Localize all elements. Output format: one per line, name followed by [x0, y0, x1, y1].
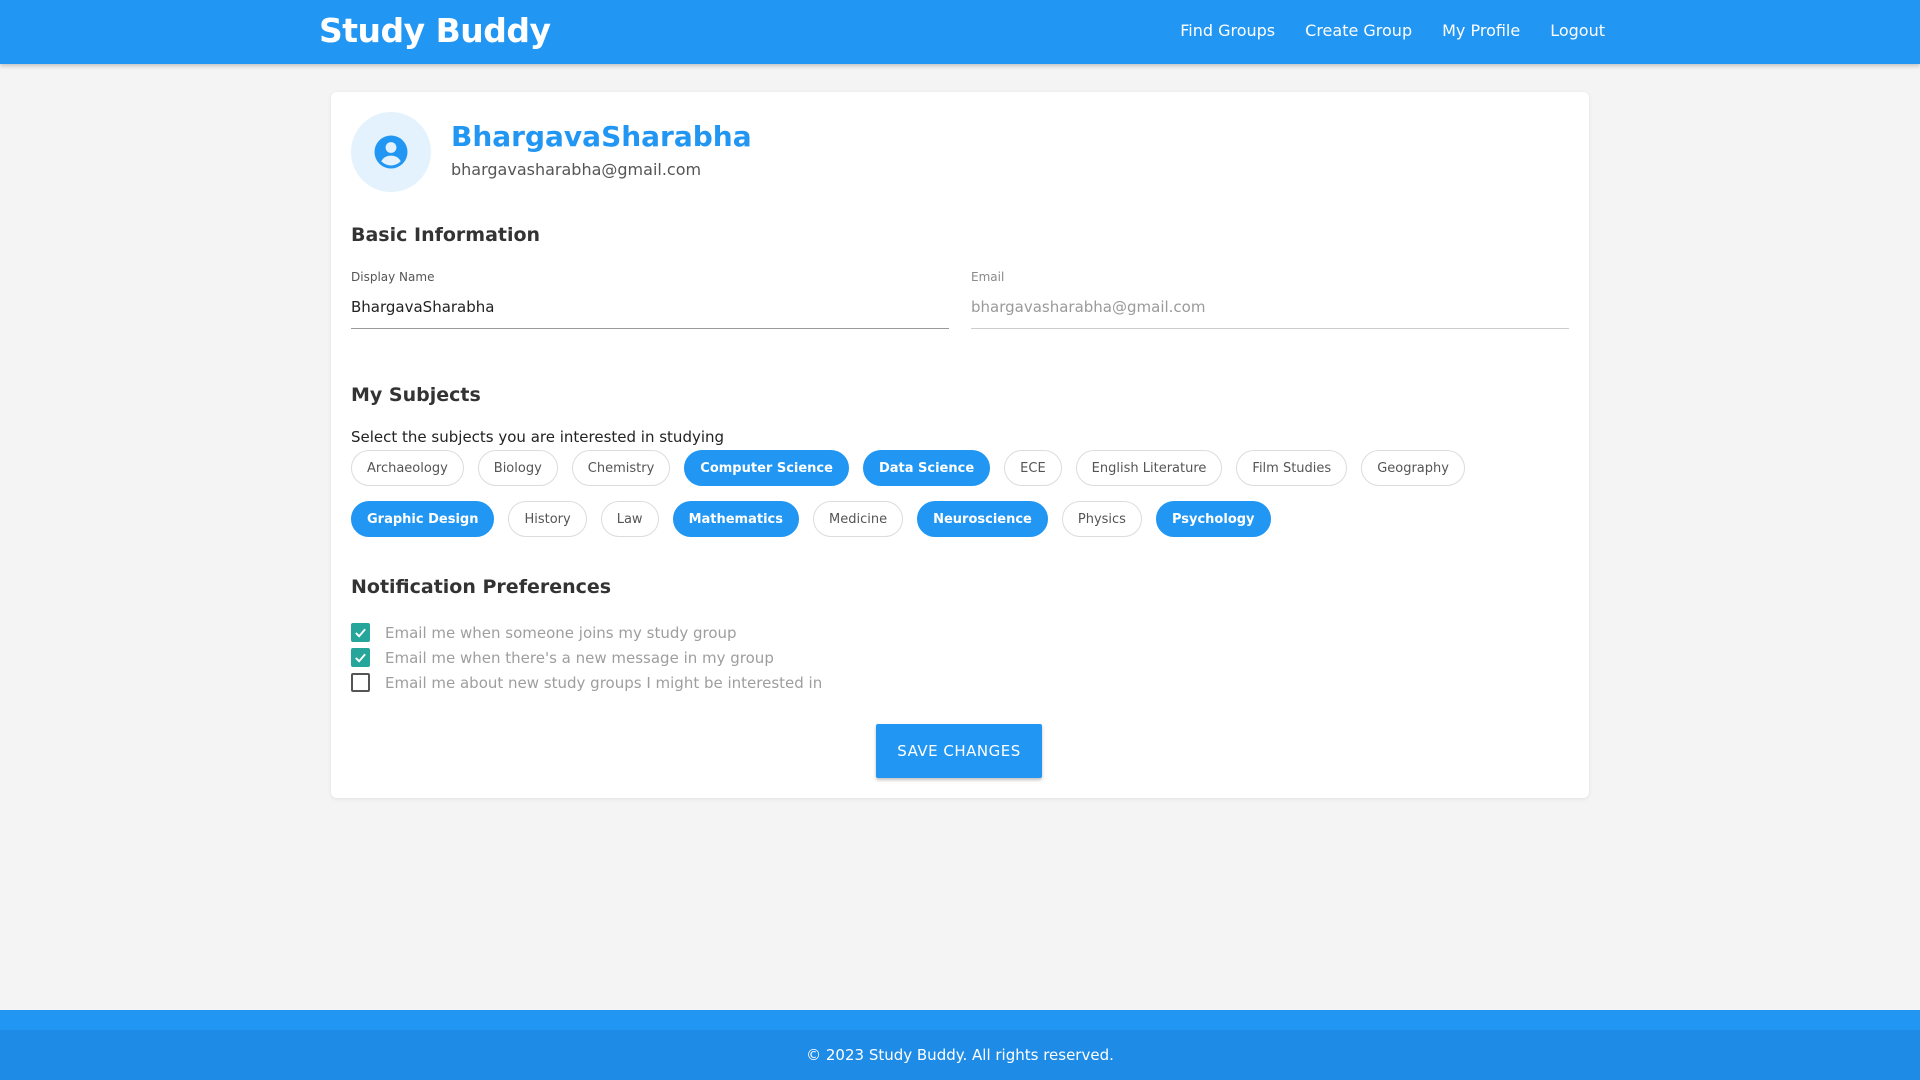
display-name-label: Display Name	[351, 270, 435, 284]
checkbox-checked-icon[interactable]	[351, 623, 370, 642]
subject-chip-neuroscience[interactable]: Neuroscience	[917, 501, 1048, 537]
subject-chip-film-studies[interactable]: Film Studies	[1236, 450, 1348, 486]
notifications-heading: Notification Preferences	[351, 576, 612, 598]
subject-chip-history[interactable]: History	[508, 501, 587, 537]
notification-option[interactable]: Email me about new study groups I might …	[351, 670, 822, 695]
email-label: Email	[971, 270, 1005, 284]
subject-chip-geography[interactable]: Geography	[1361, 450, 1465, 486]
nav-link-find-groups[interactable]: Find Groups	[1180, 21, 1275, 40]
subject-chip-graphic-design[interactable]: Graphic Design	[351, 501, 495, 537]
notification-option[interactable]: Email me when there's a new message in m…	[351, 645, 822, 670]
display-name-field: Display Name	[351, 270, 949, 329]
notification-option-label: Email me when there's a new message in m…	[385, 648, 774, 667]
subject-chip-archaeology[interactable]: Archaeology	[351, 450, 464, 486]
subject-chip-ece[interactable]: ECE	[1004, 450, 1062, 486]
checkbox-checked-icon[interactable]	[351, 648, 370, 667]
brand-logo[interactable]: Study Buddy	[319, 11, 551, 50]
nav-link-create-group[interactable]: Create Group	[1305, 21, 1412, 40]
nav-link-logout[interactable]: Logout	[1550, 21, 1605, 40]
account-circle-icon	[374, 135, 408, 169]
footer-copyright: © 2023 Study Buddy. All rights reserved.	[0, 1030, 1920, 1080]
checkbox-unchecked-icon[interactable]	[351, 673, 370, 692]
subject-chip-computer-science[interactable]: Computer Science	[684, 450, 849, 486]
subject-chips: Archaeology Biology Chemistry Computer Scie…	[351, 450, 1551, 537]
notification-option-label: Email me about new study groups I might …	[385, 673, 823, 692]
display-name-input[interactable]	[351, 292, 949, 329]
subject-chip-mathematics[interactable]: Mathematics	[672, 501, 799, 537]
subjects-intro: Select the subjects you are interested i…	[351, 428, 725, 446]
profile-card: BhargavaSharabha bhargavasharabha@gmail.…	[331, 92, 1589, 798]
notification-option-label: Email me when someone joins my study gro…	[385, 623, 737, 642]
avatar	[351, 112, 431, 192]
subject-chip-law[interactable]: Law	[600, 501, 659, 537]
subject-chip-biology[interactable]: Biology	[477, 450, 558, 486]
subject-chip-english-literature[interactable]: English Literature	[1075, 450, 1223, 486]
navbar: Study Buddy Find Groups Create Group My …	[0, 0, 1920, 64]
notification-options: Email me when someone joins my study gro…	[351, 620, 822, 695]
email-input	[971, 292, 1569, 329]
profile-email: bhargavasharabha@gmail.com	[451, 160, 702, 179]
profile-name: BhargavaSharabha	[451, 120, 752, 153]
email-field: Email	[971, 270, 1569, 329]
save-changes-button[interactable]: SAVE CHANGES	[876, 724, 1042, 778]
subject-chip-medicine[interactable]: Medicine	[813, 501, 904, 537]
subject-chip-chemistry[interactable]: Chemistry	[571, 450, 671, 486]
footer: © 2023 Study Buddy. All rights reserved.	[0, 1010, 1920, 1080]
notification-option[interactable]: Email me when someone joins my study gro…	[351, 620, 822, 645]
subject-chip-data-science[interactable]: Data Science	[862, 450, 991, 486]
nav-link-my-profile[interactable]: My Profile	[1442, 21, 1520, 40]
subject-chip-psychology[interactable]: Psychology	[1155, 501, 1271, 537]
subjects-heading: My Subjects	[351, 384, 481, 406]
basic-info-heading: Basic Information	[351, 224, 541, 246]
nav-links: Find Groups Create Group My Profile Logo…	[1180, 21, 1605, 40]
subject-chip-physics[interactable]: Physics	[1061, 501, 1142, 537]
